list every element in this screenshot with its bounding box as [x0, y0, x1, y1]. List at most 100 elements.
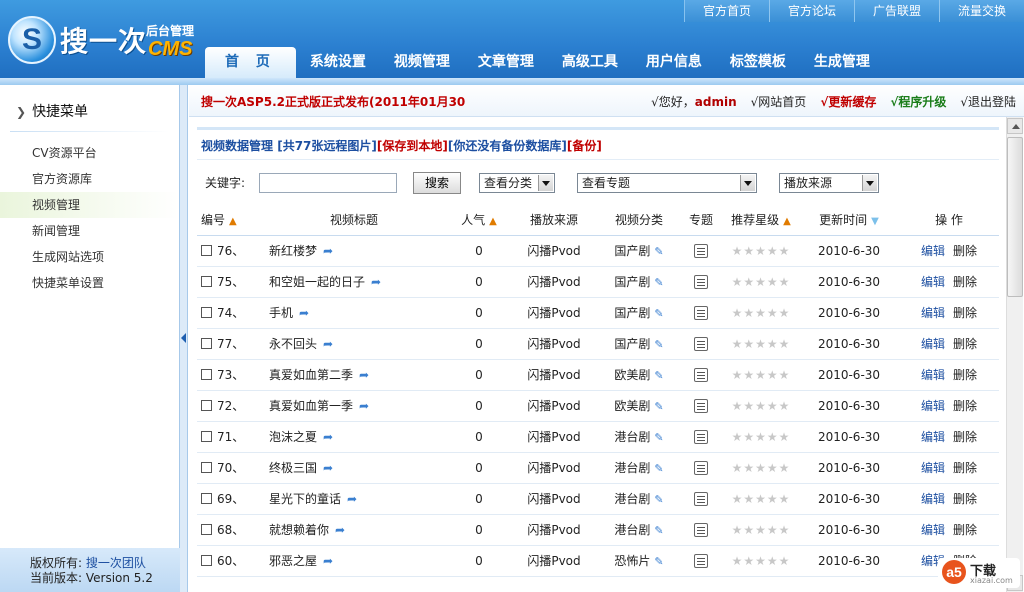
col-stars[interactable]: 推荐星级 ▲: [723, 205, 799, 236]
document-icon[interactable]: [694, 367, 708, 382]
edit-link[interactable]: 编辑: [921, 368, 945, 382]
star-rating[interactable]: ★★★★★: [732, 306, 791, 320]
col-hits[interactable]: 人气 ▲: [449, 205, 509, 236]
row-title[interactable]: 真爱如血第二季: [269, 368, 353, 382]
delete-link[interactable]: 删除: [953, 399, 977, 413]
delete-link[interactable]: 删除: [953, 275, 977, 289]
source-select[interactable]: 播放来源: [779, 172, 880, 193]
row-checkbox[interactable]: [201, 555, 212, 566]
edit-link[interactable]: 编辑: [921, 523, 945, 537]
pencil-icon[interactable]: ✎: [654, 369, 663, 382]
edit-link[interactable]: 编辑: [921, 275, 945, 289]
star-rating[interactable]: ★★★★★: [732, 399, 791, 413]
keyword-input[interactable]: [259, 172, 398, 193]
top-link-forum[interactable]: 官方论坛: [768, 0, 854, 22]
row-title[interactable]: 终极三国: [269, 461, 317, 475]
tab-user-info[interactable]: 用户信息: [632, 47, 716, 78]
tab-advanced-tools[interactable]: 高级工具: [548, 47, 632, 78]
pencil-icon[interactable]: ✎: [654, 276, 663, 289]
delete-link[interactable]: 删除: [953, 523, 977, 537]
row-title[interactable]: 新红楼梦: [269, 244, 317, 258]
document-icon[interactable]: [694, 336, 708, 351]
document-icon[interactable]: [694, 243, 708, 258]
sidebar-item-cv-resource[interactable]: CV资源平台: [0, 140, 179, 166]
logout-link[interactable]: √退出登陆: [960, 93, 1016, 110]
tab-article-management[interactable]: 文章管理: [464, 47, 548, 78]
team-link[interactable]: 搜一次团队: [86, 556, 146, 570]
document-icon[interactable]: [694, 460, 708, 475]
pencil-icon[interactable]: ✎: [654, 400, 663, 413]
backup-link[interactable]: [备份]: [567, 139, 602, 153]
tab-home[interactable]: 首 页: [205, 47, 296, 78]
logo[interactable]: S 搜一次 后台管理 CMS: [8, 12, 198, 72]
row-title[interactable]: 真爱如血第一季: [269, 399, 353, 413]
sidebar-item-official-library[interactable]: 官方资源库: [0, 166, 179, 192]
sidebar-item-news-management[interactable]: 新闻管理: [0, 218, 179, 244]
star-rating[interactable]: ★★★★★: [732, 461, 791, 475]
sidebar-item-quick-menu-settings[interactable]: 快捷菜单设置: [0, 270, 179, 296]
pencil-icon[interactable]: ✎: [654, 245, 663, 258]
pencil-icon[interactable]: ✎: [654, 307, 663, 320]
share-arrow-icon[interactable]: ➦: [299, 306, 309, 320]
row-checkbox[interactable]: [201, 493, 212, 504]
site-home-link[interactable]: √网站首页: [751, 93, 807, 110]
refresh-cache-link[interactable]: √更新缓存: [820, 93, 876, 110]
row-title[interactable]: 和空姐一起的日子: [269, 275, 365, 289]
row-checkbox[interactable]: [201, 245, 212, 256]
sidebar-item-generate-site-options[interactable]: 生成网站选项: [0, 244, 179, 270]
vertical-scrollbar[interactable]: [1006, 117, 1023, 592]
delete-link[interactable]: 删除: [953, 337, 977, 351]
pencil-icon[interactable]: ✎: [654, 462, 663, 475]
pencil-icon[interactable]: ✎: [654, 524, 663, 537]
edit-link[interactable]: 编辑: [921, 306, 945, 320]
delete-link[interactable]: 删除: [953, 430, 977, 444]
edit-link[interactable]: 编辑: [921, 244, 945, 258]
row-checkbox[interactable]: [201, 338, 212, 349]
tab-tag-templates[interactable]: 标签模板: [716, 47, 800, 78]
delete-link[interactable]: 删除: [953, 492, 977, 506]
row-title[interactable]: 就想赖着你: [269, 523, 329, 537]
scroll-up-arrow-icon[interactable]: [1007, 118, 1023, 134]
scroll-thumb[interactable]: [1007, 137, 1023, 297]
sidebar-item-video-management[interactable]: 视频管理: [0, 192, 179, 218]
edit-link[interactable]: 编辑: [921, 399, 945, 413]
save-local-link[interactable]: [保存到本地]: [377, 139, 448, 153]
row-checkbox[interactable]: [201, 431, 212, 442]
tab-video-management[interactable]: 视频管理: [380, 47, 464, 78]
category-select[interactable]: 查看分类: [479, 172, 556, 193]
upgrade-link[interactable]: √程序升级: [890, 93, 946, 110]
top-link-traffic-exchange[interactable]: 流量交换: [938, 0, 1024, 22]
row-title[interactable]: 邪恶之屋: [269, 554, 317, 568]
document-icon[interactable]: [694, 305, 708, 320]
share-arrow-icon[interactable]: ➦: [371, 275, 381, 289]
document-icon[interactable]: [694, 274, 708, 289]
delete-link[interactable]: 删除: [953, 461, 977, 475]
pencil-icon[interactable]: ✎: [654, 493, 663, 506]
row-title[interactable]: 手机: [269, 306, 293, 320]
document-icon[interactable]: [694, 398, 708, 413]
share-arrow-icon[interactable]: ➦: [323, 554, 333, 568]
star-rating[interactable]: ★★★★★: [732, 523, 791, 537]
row-title[interactable]: 泡沫之夏: [269, 430, 317, 444]
star-rating[interactable]: ★★★★★: [732, 492, 791, 506]
delete-link[interactable]: 删除: [953, 306, 977, 320]
remote-images-link[interactable]: [共77张远程图片]: [277, 139, 377, 153]
announcement-text[interactable]: 搜一次ASP5.2正式版正式发布(2011年01月30: [201, 93, 465, 110]
pencil-icon[interactable]: ✎: [654, 338, 663, 351]
delete-link[interactable]: 删除: [953, 368, 977, 382]
star-rating[interactable]: ★★★★★: [732, 337, 791, 351]
share-arrow-icon[interactable]: ➦: [347, 492, 357, 506]
row-checkbox[interactable]: [201, 524, 212, 535]
col-date[interactable]: 更新时间 ▼: [799, 205, 899, 236]
search-button[interactable]: 搜索: [413, 171, 462, 194]
row-checkbox[interactable]: [201, 400, 212, 411]
document-icon[interactable]: [694, 429, 708, 444]
pencil-icon[interactable]: ✎: [654, 555, 663, 568]
share-arrow-icon[interactable]: ➦: [359, 399, 369, 413]
tab-system-settings[interactable]: 系统设置: [296, 47, 380, 78]
share-arrow-icon[interactable]: ➦: [335, 523, 345, 537]
row-checkbox[interactable]: [201, 369, 212, 380]
star-rating[interactable]: ★★★★★: [732, 554, 791, 568]
tab-generate-management[interactable]: 生成管理: [800, 47, 884, 78]
star-rating[interactable]: ★★★★★: [732, 275, 791, 289]
